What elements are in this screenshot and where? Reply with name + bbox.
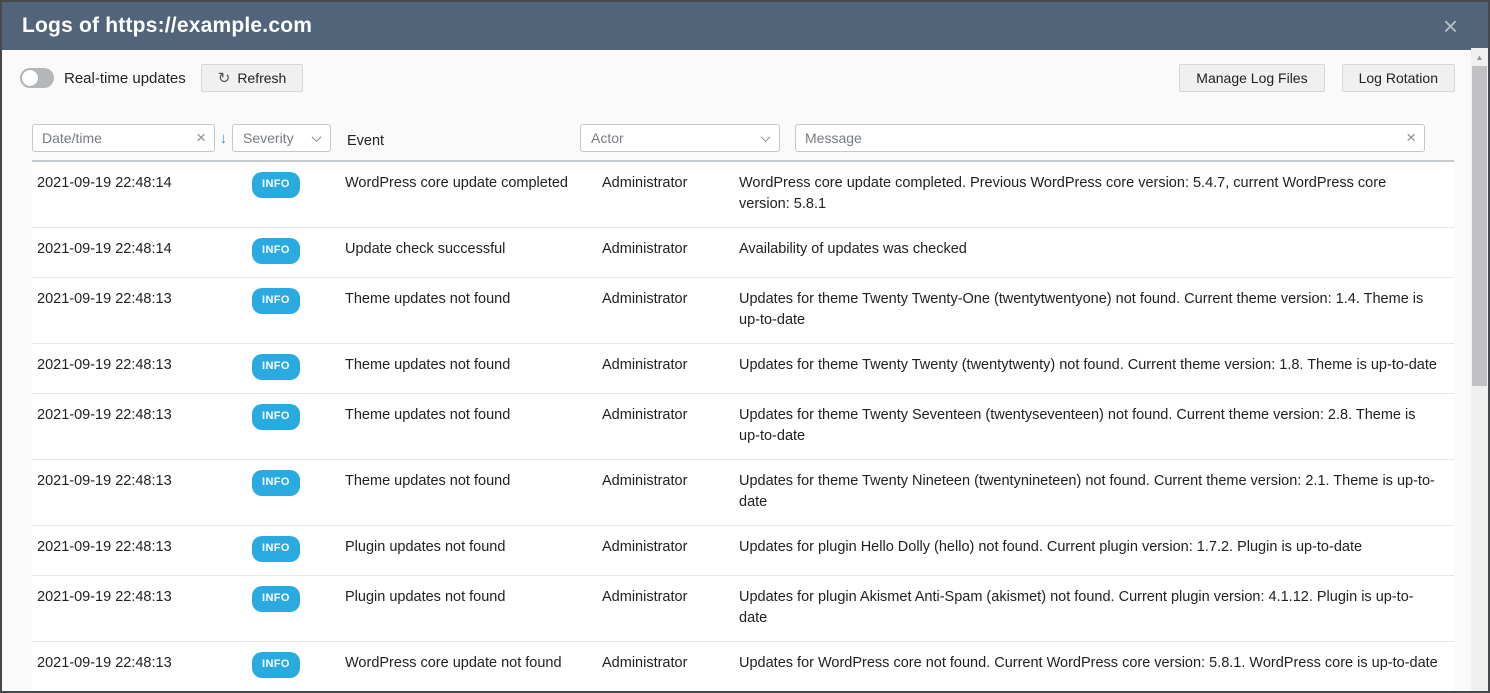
log-actor: Administrator xyxy=(602,587,739,629)
log-message: Updates for WordPress core not found. Cu… xyxy=(739,653,1454,679)
severity-filter-label: Severity xyxy=(243,130,294,146)
log-event: Plugin updates not found xyxy=(345,537,602,563)
table-row: 2021-09-19 22:48:13 INFO Plugin updates … xyxy=(32,526,1454,576)
log-event: WordPress core update not found xyxy=(345,653,602,679)
log-actor: Administrator xyxy=(602,355,739,381)
log-message: Updates for theme Twenty Twenty (twentyt… xyxy=(739,355,1454,381)
log-message: Updates for plugin Akismet Anti-Spam (ak… xyxy=(739,587,1454,629)
datetime-filter: × xyxy=(32,124,215,152)
severity-cell: INFO xyxy=(252,653,345,679)
severity-badge: INFO xyxy=(252,652,300,678)
log-actor: Administrator xyxy=(602,471,739,513)
severity-cell: INFO xyxy=(252,587,345,629)
severity-cell: INFO xyxy=(252,239,345,265)
severity-cell: INFO xyxy=(252,405,345,447)
log-datetime: 2021-09-19 22:48:13 xyxy=(32,405,252,447)
logs-dialog: Logs of https://example.com × Real-time … xyxy=(0,0,1490,693)
log-datetime: 2021-09-19 22:48:13 xyxy=(32,289,252,331)
severity-cell: INFO xyxy=(252,289,345,331)
log-event: WordPress core update completed xyxy=(345,173,602,215)
log-actor: Administrator xyxy=(602,653,739,679)
table-row: 2021-09-19 22:48:13 INFO Plugin updates … xyxy=(32,576,1454,642)
message-filter-input[interactable] xyxy=(796,130,1402,146)
table-row: 2021-09-19 22:48:13 INFO Theme updates n… xyxy=(32,344,1454,394)
log-event: Theme updates not found xyxy=(345,405,602,447)
table-row: 2021-09-19 22:48:13 INFO Theme updates n… xyxy=(32,460,1454,526)
close-icon[interactable]: × xyxy=(1443,13,1458,39)
datetime-filter-input[interactable] xyxy=(33,130,192,146)
log-table: 2021-09-19 22:48:14 INFO WordPress core … xyxy=(32,160,1454,693)
severity-badge: INFO xyxy=(252,470,300,496)
vertical-scrollbar[interactable]: ▲ xyxy=(1471,48,1488,691)
event-column-header: Event xyxy=(331,133,580,152)
table-row: 2021-09-19 22:48:14 INFO Update check su… xyxy=(32,228,1454,278)
log-datetime: 2021-09-19 22:48:13 xyxy=(32,587,252,629)
log-datetime: 2021-09-19 22:48:13 xyxy=(32,471,252,513)
realtime-updates-label: Real-time updates xyxy=(64,70,186,87)
table-row: 2021-09-19 22:48:13 INFO Theme updates n… xyxy=(32,394,1454,460)
message-filter: × xyxy=(795,124,1425,152)
severity-badge: INFO xyxy=(252,536,300,562)
severity-cell: INFO xyxy=(252,537,345,563)
severity-badge: INFO xyxy=(252,404,300,430)
sort-descending-icon[interactable]: ↓ xyxy=(215,130,232,147)
log-message: Updates for theme Twenty Twenty-One (twe… xyxy=(739,289,1454,331)
severity-cell: INFO xyxy=(252,471,345,513)
log-datetime: 2021-09-19 22:48:14 xyxy=(32,239,252,265)
log-datetime: 2021-09-19 22:48:14 xyxy=(32,173,252,215)
actor-filter-select[interactable]: Actor xyxy=(580,124,780,152)
dialog-title: Logs of https://example.com xyxy=(22,14,312,38)
log-actor: Administrator xyxy=(602,537,739,563)
manage-log-files-button[interactable]: Manage Log Files xyxy=(1179,64,1324,92)
log-datetime: 2021-09-19 22:48:13 xyxy=(32,537,252,563)
severity-badge: INFO xyxy=(252,586,300,612)
log-event: Theme updates not found xyxy=(345,355,602,381)
refresh-label: Refresh xyxy=(237,70,286,86)
log-event: Theme updates not found xyxy=(345,289,602,331)
log-event: Plugin updates not found xyxy=(345,587,602,629)
log-event: Update check successful xyxy=(345,239,602,265)
table-row: 2021-09-19 22:48:13 INFO Theme updates n… xyxy=(32,278,1454,344)
toolbar-right-group: Manage Log Files Log Rotation xyxy=(1179,64,1455,92)
severity-cell: INFO xyxy=(252,355,345,381)
chevron-down-icon xyxy=(312,132,322,142)
log-message: Updates for theme Twenty Nineteen (twent… xyxy=(739,471,1454,513)
severity-filter-select[interactable]: Severity xyxy=(232,124,331,152)
severity-badge: INFO xyxy=(252,172,300,198)
toolbar: Real-time updates ↻ Refresh Manage Log Fi… xyxy=(20,64,1455,92)
severity-badge: INFO xyxy=(252,288,300,314)
clear-datetime-filter-icon[interactable]: × xyxy=(192,129,214,148)
log-actor: Administrator xyxy=(602,239,739,265)
refresh-button[interactable]: ↻ Refresh xyxy=(201,64,304,92)
log-datetime: 2021-09-19 22:48:13 xyxy=(32,653,252,679)
severity-badge: INFO xyxy=(252,238,300,264)
log-datetime: 2021-09-19 22:48:13 xyxy=(32,355,252,381)
dialog-titlebar: Logs of https://example.com × xyxy=(2,2,1488,50)
filter-bar: × ↓ Severity Event Actor × xyxy=(32,124,1425,152)
log-rotation-button[interactable]: Log Rotation xyxy=(1342,64,1455,92)
severity-cell: INFO xyxy=(252,173,345,215)
scrollbar-thumb[interactable] xyxy=(1472,66,1487,386)
table-row: 2021-09-19 22:48:13 INFO WordPress core … xyxy=(32,642,1454,692)
actor-filter-label: Actor xyxy=(591,130,624,146)
log-message: Updates for theme Twenty Seventeen (twen… xyxy=(739,405,1454,447)
log-message: WordPress core update completed. Previou… xyxy=(739,173,1454,215)
table-row: 2021-09-19 22:48:14 INFO WordPress core … xyxy=(32,162,1454,228)
log-actor: Administrator xyxy=(602,405,739,447)
log-event: Theme updates not found xyxy=(345,471,602,513)
realtime-updates-toggle[interactable] xyxy=(20,68,54,88)
chevron-down-icon xyxy=(761,132,771,142)
log-message: Updates for plugin Hello Dolly (hello) n… xyxy=(739,537,1454,563)
refresh-icon: ↻ xyxy=(218,69,231,87)
scroll-up-arrow-icon[interactable]: ▲ xyxy=(1471,48,1488,62)
log-actor: Administrator xyxy=(602,173,739,215)
toggle-knob xyxy=(22,70,38,86)
clear-message-filter-icon[interactable]: × xyxy=(1402,129,1424,148)
log-message: Availability of updates was checked xyxy=(739,239,1454,265)
severity-badge: INFO xyxy=(252,354,300,380)
log-actor: Administrator xyxy=(602,289,739,331)
